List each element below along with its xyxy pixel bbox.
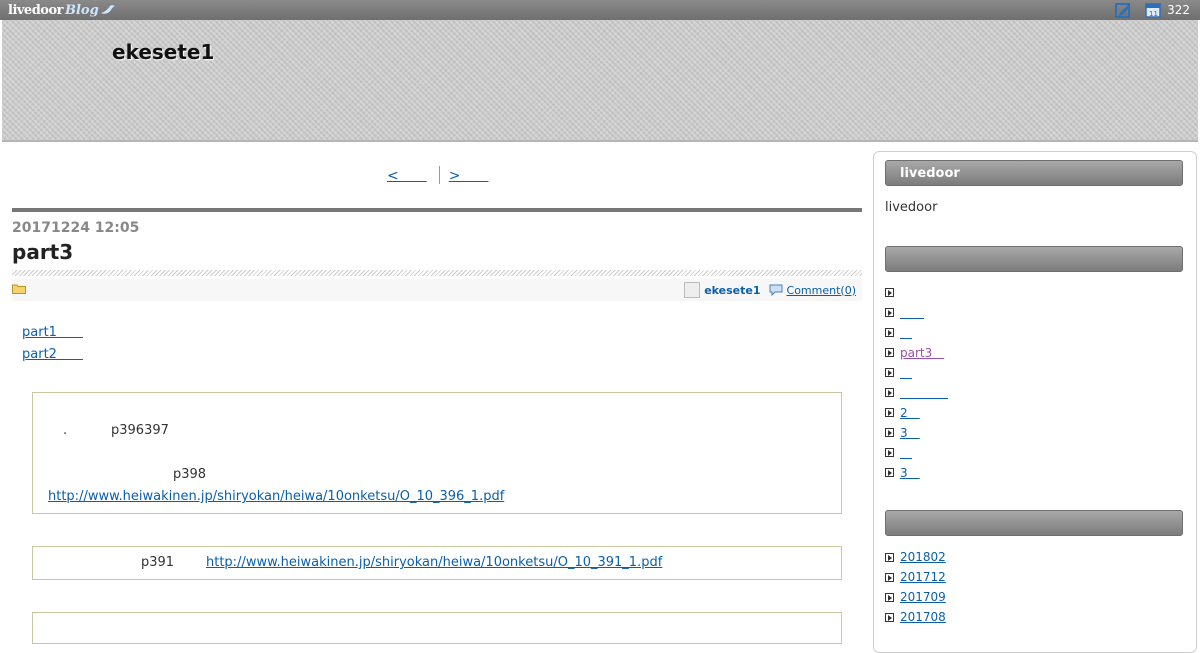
bullet-icon [885, 367, 894, 377]
author-avatar[interactable] [684, 282, 701, 298]
list-item: 201802 [885, 547, 946, 567]
recent-post-link[interactable]: 3 [900, 424, 920, 441]
blog-title[interactable]: ekesete1 [112, 40, 214, 64]
list-item [885, 322, 948, 342]
sidebar-heading-recent [885, 246, 1183, 272]
quote-1-line-1: p396397 [111, 423, 169, 438]
archives-list: 201802 201712 201709 201708 [885, 547, 946, 627]
recent-post-link[interactable] [900, 384, 948, 401]
post-meta-bar: ekesete1 Comment(0) [12, 279, 862, 301]
recent-post-link[interactable] [900, 364, 912, 381]
bullet-icon [885, 407, 894, 417]
related-links: part1 part2 [22, 322, 83, 366]
archive-link[interactable]: 201708 [900, 610, 946, 624]
top-bar: livedoor Blog 11 322 [0, 0, 1200, 20]
bullet-icon [885, 612, 894, 622]
comments-link[interactable]: Comment(0) [787, 284, 856, 297]
bullet-icon [885, 327, 894, 337]
post-meta-right: ekesete1 Comment(0) [684, 282, 856, 298]
bird-icon [100, 5, 115, 14]
blockquote-1: . p396397 p398 http://www.heiwakinen.jp/… [32, 392, 842, 514]
part1-link[interactable]: part1 [22, 322, 83, 344]
list-item: part3 [885, 342, 948, 362]
recent-posts-list: part3 2 3 3 [885, 282, 948, 482]
top-right-tools: 11 322 [1114, 1, 1190, 19]
sidebar-text: livedoor [885, 200, 938, 215]
quote-2-pdf-link[interactable]: http://www.heiwakinen.jp/shiryokan/heiwa… [206, 555, 662, 570]
recent-post-link[interactable]: 2 [900, 404, 920, 421]
post-title: part3 [12, 240, 74, 264]
blockquote-3 [32, 612, 842, 644]
list-item [885, 302, 948, 322]
logo-subtext: Blog [64, 2, 99, 18]
bullet-icon [885, 447, 894, 457]
sidebar-heading-archives [885, 510, 1183, 536]
bullet-icon [885, 572, 894, 582]
article-top-rule [12, 208, 862, 212]
bullet-icon [885, 387, 894, 397]
list-item: 201712 [885, 567, 946, 587]
quote-1-line-2: p398 [173, 467, 207, 482]
list-item [885, 382, 948, 402]
list-item [885, 282, 948, 302]
visitor-count: 322 [1167, 3, 1190, 17]
quote-mark: . [63, 423, 68, 438]
post-pager: < > [387, 165, 488, 185]
bullet-icon [885, 592, 894, 602]
archive-link[interactable]: 201709 [900, 590, 946, 604]
list-item: 201708 [885, 607, 946, 627]
folder-icon[interactable] [12, 283, 26, 294]
recent-post-link[interactable]: part3 [900, 344, 944, 361]
sidebar-heading-livedoor: livedoor [885, 160, 1183, 186]
list-item: 3 [885, 462, 948, 482]
prev-post-link[interactable]: < [387, 165, 427, 185]
list-item [885, 362, 948, 382]
quote-2-text: p391 [141, 555, 175, 570]
archive-link[interactable]: 201802 [900, 550, 946, 564]
comment-icon [769, 284, 783, 296]
author-link[interactable]: ekesete1 [704, 284, 760, 297]
recent-post-link[interactable] [900, 304, 924, 321]
recent-post-link[interactable]: 3 [900, 464, 920, 481]
logo-text: livedoor [8, 2, 63, 18]
sidebar: livedoor livedoor part3 2 3 3 201802 201… [873, 151, 1197, 653]
bullet-icon [885, 467, 894, 477]
next-post-link[interactable]: > [449, 165, 489, 185]
svg-text:11: 11 [1149, 10, 1158, 18]
bullet-icon [885, 307, 894, 317]
bullet-icon [885, 347, 894, 357]
post-date: 20171224 12:05 [12, 220, 140, 236]
list-item: 201709 [885, 587, 946, 607]
blockquote-2: p391 http://www.heiwakinen.jp/shiryokan/… [32, 546, 842, 580]
archive-link[interactable]: 201712 [900, 570, 946, 584]
title-divider [12, 270, 862, 276]
pager-divider [438, 166, 440, 184]
recent-post-link[interactable] [900, 444, 912, 461]
livedoor-blog-logo[interactable]: livedoor Blog [8, 1, 116, 19]
quote-1-pdf-link[interactable]: http://www.heiwakinen.jp/shiryokan/heiwa… [48, 489, 504, 504]
part2-link[interactable]: part2 [22, 344, 83, 366]
blog-header: ekesete1 [2, 20, 1198, 142]
list-item: 3 [885, 422, 948, 442]
bullet-icon [885, 287, 894, 297]
bullet-icon [885, 427, 894, 437]
calendar-icon[interactable]: 11 [1144, 1, 1162, 19]
list-item: 2 [885, 402, 948, 422]
list-item [885, 442, 948, 462]
edit-post-icon[interactable] [1114, 1, 1132, 19]
recent-post-link[interactable] [900, 324, 912, 341]
bullet-icon [885, 552, 894, 562]
